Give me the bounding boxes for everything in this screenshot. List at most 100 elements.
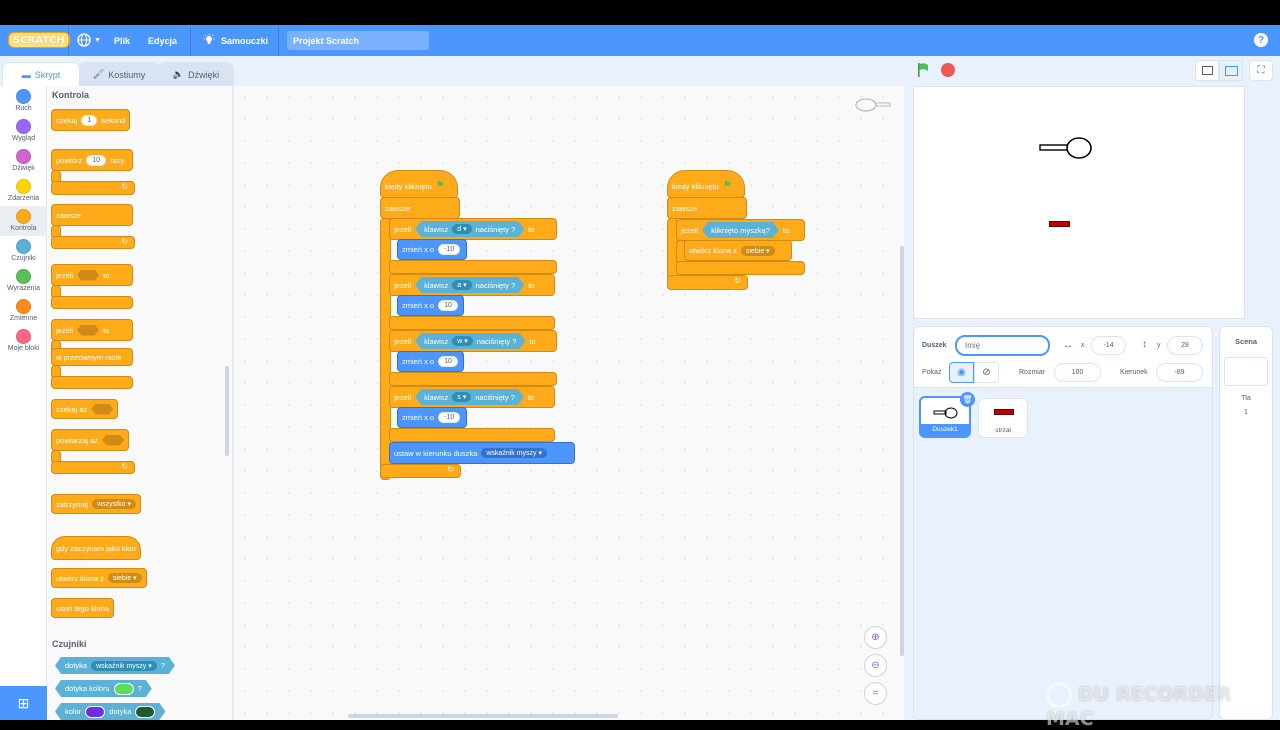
large-stage-button[interactable] — [1219, 60, 1243, 81]
block-wait-until[interactable]: czekaj aż — [51, 399, 118, 419]
block-stop[interactable]: zatrzymajwszystko ▾ — [51, 494, 141, 514]
block-change-x[interactable]: zmień x o-10 — [397, 239, 467, 260]
category-my-blocks[interactable]: Moje bloki — [0, 329, 47, 352]
size-input[interactable]: 100 — [1054, 363, 1101, 382]
boolean-slot[interactable] — [102, 435, 124, 446]
key-dropdown[interactable]: s ▾ — [452, 392, 471, 402]
menu-edit[interactable]: Edycja — [148, 25, 177, 56]
category-sound[interactable]: Dźwięk — [0, 149, 47, 172]
key-dropdown[interactable]: a ▾ — [452, 280, 471, 290]
category-variables[interactable]: Zmienne — [0, 299, 47, 322]
block-number-input[interactable]: 10 — [438, 356, 458, 367]
x-position-input[interactable]: -14 — [1091, 336, 1126, 355]
hat-block-green-flag[interactable]: kiedy kliknięto⚑ — [667, 170, 745, 198]
block-if-mouse-down[interactable]: jeżeli kliknięto myszką? to — [676, 219, 805, 241]
category-events[interactable]: Zdarzenia — [0, 179, 47, 202]
block-when-clone[interactable]: gdy zaczynam jako klon — [51, 536, 141, 560]
block-forever[interactable]: zawsze — [51, 204, 133, 226]
block-if-key-w[interactable]: jeżeli klawiszw ▾naciśnięty ? to — [389, 330, 557, 352]
block-color-touching[interactable]: kolordotyka — [55, 703, 165, 720]
block-forever[interactable]: zawsze — [667, 197, 747, 219]
direction-input[interactable]: -89 — [1156, 363, 1203, 382]
block-change-x[interactable]: zmień x o10 — [397, 295, 464, 316]
language-menu[interactable]: ▼ — [77, 25, 101, 56]
block-point-towards[interactable]: ustaw w kierunku duszkawskaźnik myszy ▾ — [389, 442, 575, 464]
block-wait[interactable]: czekaj1sekund — [51, 109, 130, 131]
menu-file[interactable]: Plik — [114, 25, 130, 56]
tab-code[interactable]: ▬ Skrypt — [2, 62, 80, 86]
block-if-then[interactable]: jeżelito — [51, 264, 133, 286]
key-pressed-block[interactable]: klawiszd ▾naciśnięty ? — [415, 221, 524, 237]
help-icon[interactable]: ? — [1254, 33, 1268, 47]
green-flag-button[interactable] — [916, 62, 932, 80]
fullscreen-button[interactable]: ⛶ — [1249, 60, 1273, 81]
block-dropdown[interactable]: wszystko ▾ — [92, 499, 136, 509]
zoom-out-button[interactable]: ⊖ — [864, 654, 887, 677]
stage-selector[interactable]: Scena Tła 1 — [1219, 326, 1273, 720]
palette-scrollbar[interactable] — [225, 366, 229, 456]
block-dropdown[interactable]: siebie ▾ — [108, 573, 142, 583]
block-repeat-until[interactable]: powtarzaj aż — [51, 429, 129, 451]
tab-sounds[interactable]: 🔈 Dźwięki — [158, 62, 234, 86]
key-pressed-block[interactable]: klawiszs ▾naciśnięty ? — [415, 389, 524, 405]
block-forever[interactable]: zawsze — [380, 197, 460, 219]
category-looks[interactable]: Wygląd — [0, 119, 47, 142]
stage-canvas[interactable] — [913, 86, 1245, 319]
block-if-key-d[interactable]: jeżeli klawiszd ▾naciśnięty ? to — [389, 218, 557, 240]
menu-tutorials[interactable]: Samouczki — [203, 25, 268, 56]
tab-costumes[interactable]: 🖌 Kostiumy — [78, 62, 160, 86]
sprite-tile-duszek1[interactable]: Duszek1 🗑 — [919, 396, 971, 438]
block-if-key-a[interactable]: jeżeli klawisza ▾naciśnięty ? to — [389, 274, 555, 296]
script-horizontal-scrollbar[interactable] — [348, 714, 618, 718]
hat-block-green-flag[interactable]: kiedy kliknięto⚑ — [380, 170, 458, 198]
block-touching-color[interactable]: dotyka koloru? — [55, 680, 152, 697]
block-number-input[interactable]: 10 — [438, 300, 458, 311]
block-change-x[interactable]: zmień x o10 — [397, 351, 464, 372]
boolean-slot[interactable] — [77, 270, 99, 281]
scratch-logo[interactable]: SCRATCH — [8, 32, 70, 48]
color-swatch[interactable] — [135, 706, 155, 718]
zoom-in-button[interactable]: ⊕ — [864, 626, 887, 649]
block-number-input[interactable]: -10 — [438, 412, 460, 423]
category-sensing[interactable]: Czujniki — [0, 239, 47, 262]
script-area[interactable]: kiedy kliknięto⚑ zawsze jeżeli klawiszd … — [234, 86, 904, 720]
script-vertical-scrollbar[interactable] — [900, 246, 904, 656]
arrow-sprite[interactable] — [1049, 221, 1070, 227]
add-extension-button[interactable]: ⊞ — [0, 686, 47, 720]
project-title-input[interactable]: Projekt Scratch — [287, 31, 429, 50]
sprite-tile-strzal[interactable]: strzał — [978, 398, 1028, 438]
sprite-name-input[interactable] — [955, 335, 1050, 356]
category-operators[interactable]: Wyrażenia — [0, 269, 47, 292]
category-motion[interactable]: Ruch — [0, 89, 47, 112]
racket-sprite[interactable] — [1038, 135, 1096, 163]
block-touching[interactable]: dotykawskaźnik myszy ▾? — [55, 657, 175, 674]
boolean-slot[interactable] — [91, 404, 113, 415]
category-control[interactable]: Kontrola — [0, 206, 47, 236]
key-pressed-block[interactable]: klawiszw ▾naciśnięty ? — [415, 333, 525, 349]
show-hidden-button[interactable]: ⊘ — [974, 362, 999, 383]
mouse-down-block[interactable]: kliknięto myszką? — [702, 222, 779, 238]
block-delete-clone[interactable]: usuń tego klona — [51, 598, 114, 618]
block-dropdown[interactable]: wskaźnik myszy ▾ — [481, 448, 547, 458]
block-repeat[interactable]: powtórz10razy — [51, 149, 133, 171]
block-change-x[interactable]: zmień x o-10 — [397, 407, 467, 428]
boolean-slot[interactable] — [77, 325, 99, 336]
block-create-clone[interactable]: utwórz klona zsiebie ▾ — [684, 240, 792, 261]
key-dropdown[interactable]: d ▾ — [452, 224, 471, 234]
delete-sprite-button[interactable]: 🗑 — [960, 392, 975, 407]
key-pressed-block[interactable]: klawisza ▾naciśnięty ? — [415, 277, 524, 293]
block-dropdown[interactable]: wskaźnik myszy ▾ — [91, 661, 157, 671]
key-dropdown[interactable]: w ▾ — [452, 336, 473, 346]
small-stage-button[interactable] — [1195, 60, 1219, 81]
color-swatch[interactable] — [114, 683, 134, 695]
block-if-key-s[interactable]: jeżeli klawiszs ▾naciśnięty ? to — [389, 386, 555, 408]
block-number-input[interactable]: 10 — [86, 155, 106, 166]
y-position-input[interactable]: 28 — [1167, 336, 1203, 355]
block-number-input[interactable]: -10 — [438, 244, 460, 255]
block-create-clone[interactable]: utwórz klona zsiebie ▾ — [51, 568, 147, 588]
color-swatch[interactable] — [85, 706, 105, 718]
block-number-input[interactable]: 1 — [81, 115, 97, 126]
block-if-else[interactable]: jeżelito — [51, 319, 133, 341]
stop-button[interactable] — [941, 63, 955, 77]
block-dropdown[interactable]: siebie ▾ — [741, 246, 775, 256]
